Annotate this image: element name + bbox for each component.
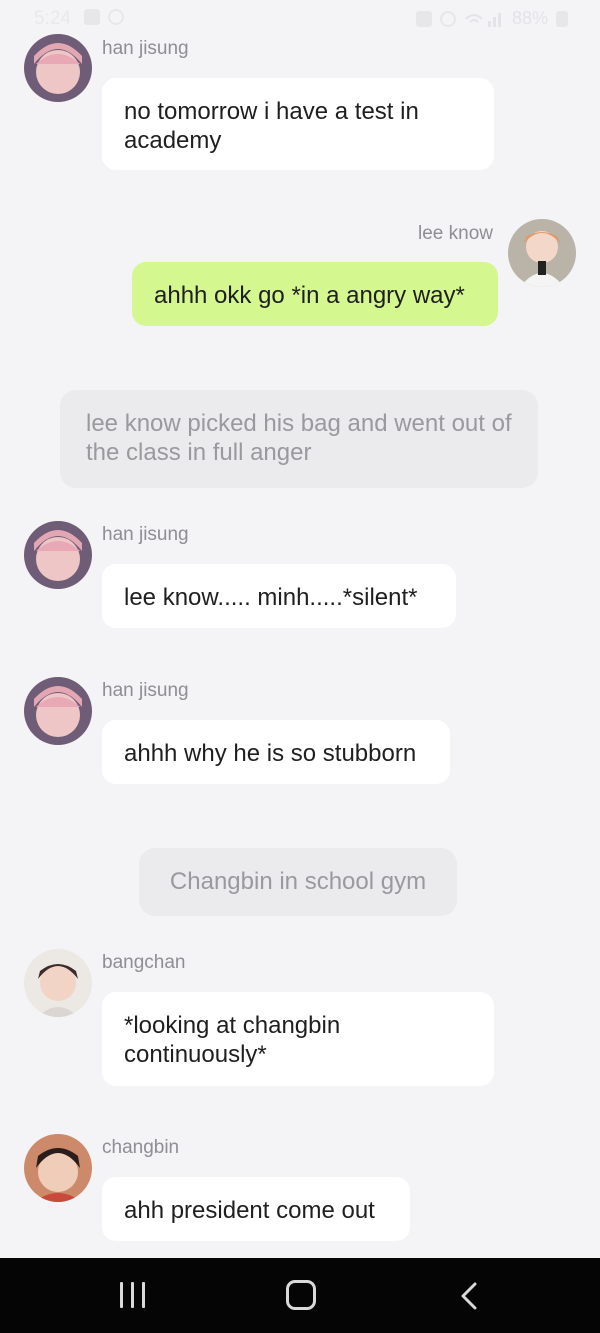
status-time: 5:24 <box>34 8 71 29</box>
home-icon[interactable] <box>286 1280 316 1310</box>
status-bar: 5:24 88% <box>0 0 600 38</box>
alarm-icon <box>415 10 432 27</box>
narration-bubble: Changbin in school gym <box>139 848 457 916</box>
recents-icon[interactable] <box>120 1282 145 1308</box>
changbin-avatar[interactable] <box>24 1134 92 1202</box>
narration-bubble: lee know picked his bag and went out of … <box>60 390 538 488</box>
sender-name: han jisung <box>102 680 189 701</box>
sender-name: changbin <box>102 1137 180 1158</box>
message-bubble[interactable]: lee know..... minh.....*silent* <box>102 564 456 628</box>
battery-icon <box>556 10 568 27</box>
back-icon[interactable] <box>460 1282 478 1310</box>
message-bubble[interactable]: ahh president come out <box>102 1177 410 1241</box>
message-bubble-self[interactable]: ahhh okk go *in a angry way* <box>132 262 498 326</box>
wifi-signal-icon <box>465 12 501 27</box>
han-jisung-avatar[interactable] <box>24 677 92 745</box>
battery-percent: 88% <box>511 8 548 28</box>
sender-name: lee know <box>418 223 493 244</box>
han-jisung-avatar[interactable] <box>24 521 92 589</box>
lee-know-avatar[interactable] <box>508 219 576 287</box>
gallery-icon <box>84 9 100 25</box>
dnd-icon <box>108 9 124 25</box>
sender-name: han jisung <box>102 38 189 59</box>
navigation-bar <box>0 1258 600 1333</box>
focus-icon <box>439 10 456 27</box>
sender-name: han jisung <box>102 524 189 545</box>
han-jisung-avatar[interactable] <box>24 34 92 102</box>
sender-name: bangchan <box>102 952 186 973</box>
message-bubble[interactable]: ahhh why he is so stubborn <box>102 720 450 784</box>
bangchan-avatar[interactable] <box>24 949 92 1017</box>
message-bubble[interactable]: no tomorrow i have a test in academy <box>102 78 494 170</box>
message-bubble[interactable]: *looking at changbin continuously* <box>102 992 494 1086</box>
